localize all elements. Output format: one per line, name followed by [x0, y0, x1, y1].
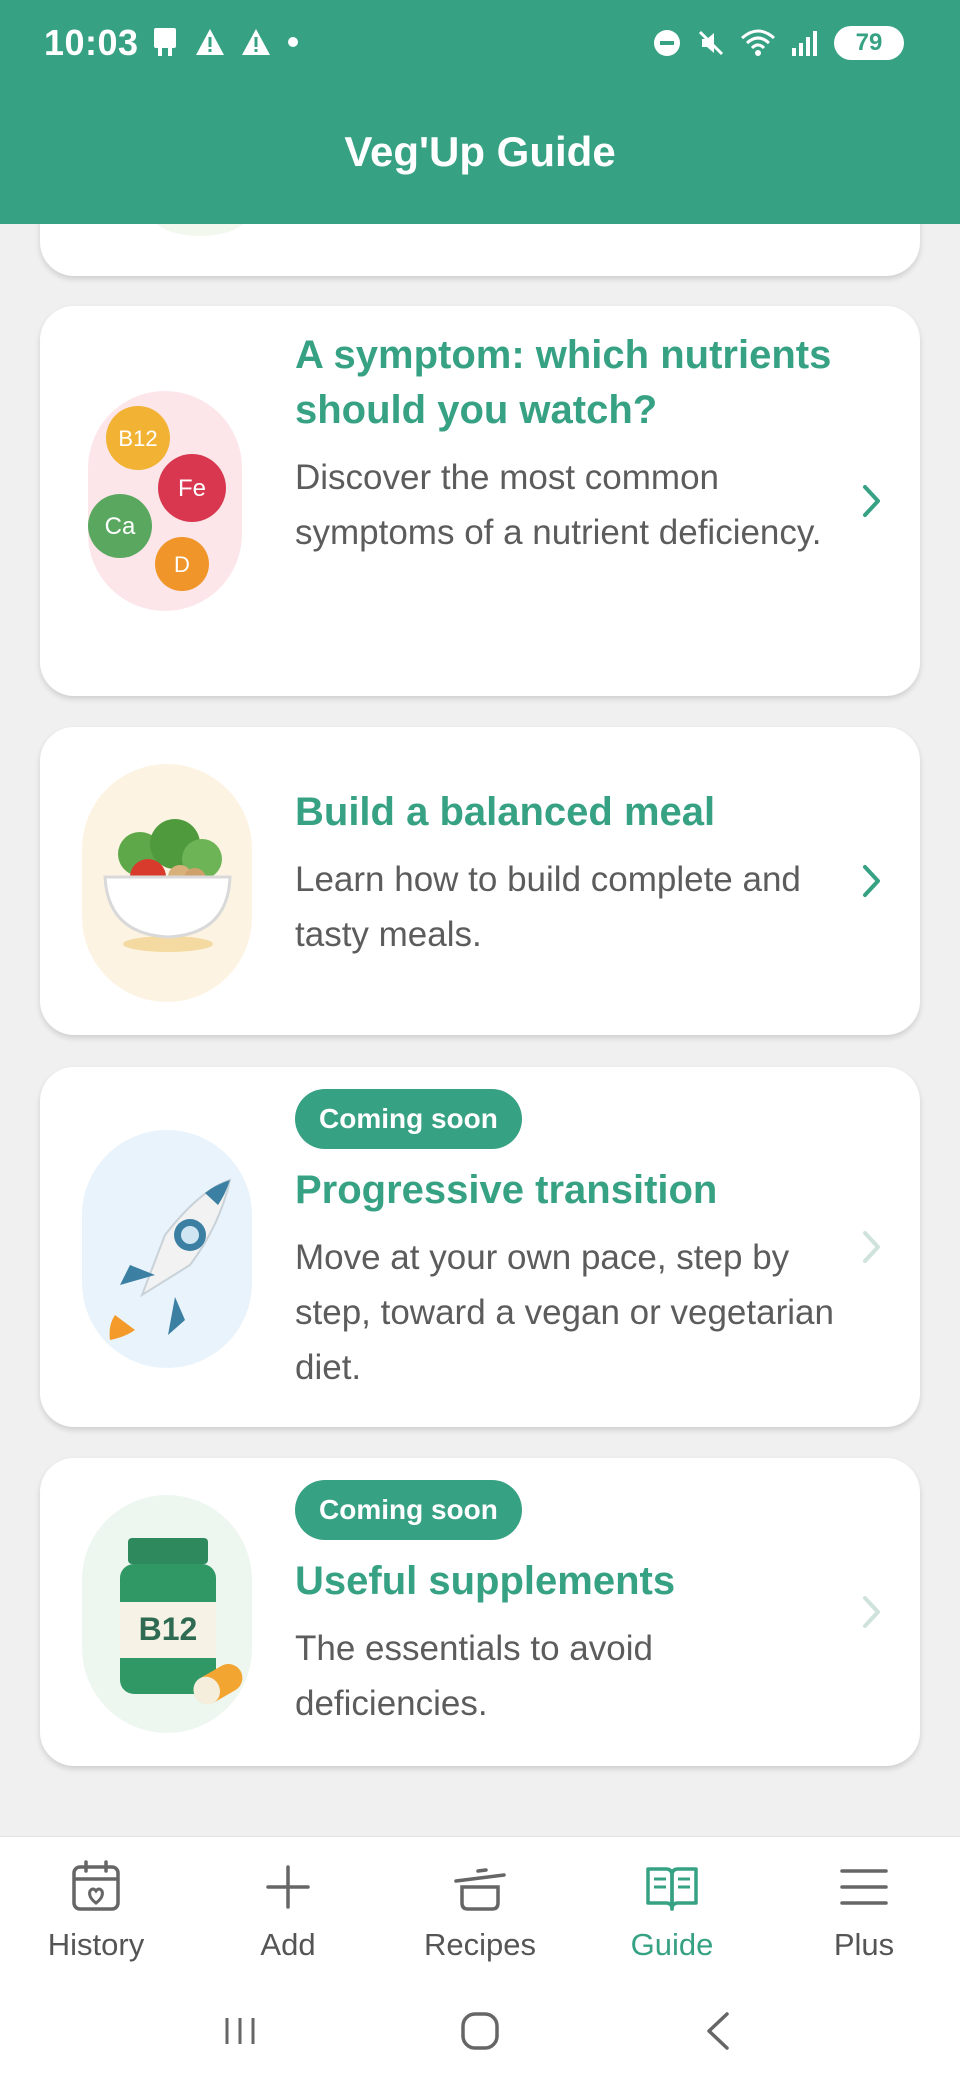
- card-description: Learn how to build complete and tasty me…: [295, 860, 801, 954]
- nutrient-b12: B12: [118, 426, 157, 451]
- chevron-right-icon: [863, 1231, 880, 1263]
- guide-card-balanced-meal[interactable]: Build a balanced meal Learn how to build…: [40, 727, 920, 1035]
- nav-label: Recipes: [424, 1927, 536, 1962]
- app-screen: 10:03 79 Veg'Up Guide B12 Fe Ca D A symp…: [0, 0, 960, 2080]
- cooking-pot-icon: [454, 1868, 506, 1911]
- dot-icon: [288, 37, 298, 47]
- card-title: Progressive transition: [295, 1168, 718, 1212]
- signal-icon: [792, 31, 817, 56]
- nav-plus[interactable]: Plus: [768, 1837, 960, 1982]
- nav-label: Plus: [833, 1927, 895, 1962]
- home-icon[interactable]: [455, 2006, 505, 2056]
- menu-icon: [840, 1869, 888, 1905]
- supplement-bottle-illustration: B12: [82, 1495, 252, 1733]
- chevron-right-icon: [863, 485, 880, 517]
- nav-label: History: [47, 1927, 145, 1962]
- guide-card-supplements[interactable]: B12 Coming soon Useful supplements The e…: [40, 1458, 920, 1766]
- card-title: Useful supplements: [295, 1559, 676, 1603]
- card-title: A symptom: which nutrients should you wa…: [295, 333, 832, 432]
- calendar-heart-icon: [72, 1860, 120, 1911]
- guide-card-progressive-transition[interactable]: Coming soon Progressive transition Move …: [40, 1067, 920, 1427]
- mute-icon: [698, 30, 724, 56]
- nav-label: Guide: [630, 1927, 714, 1962]
- nav-label: Add: [260, 1927, 316, 1962]
- nutrients-illustration: B12 Fe Ca D: [88, 391, 242, 611]
- card-title: Build a balanced meal: [295, 790, 716, 834]
- nutrient-d: D: [174, 552, 190, 577]
- card-description: The essentials to avoid deficiencies.: [295, 1629, 653, 1723]
- status-system-icons: 79: [652, 26, 904, 60]
- illustration-fragment: [156, 224, 244, 236]
- coming-soon-badge: Coming soon: [295, 1089, 522, 1149]
- do-not-disturb-icon: [654, 30, 680, 56]
- chevron-right-icon: [863, 1596, 880, 1628]
- system-navigation-bar: [0, 1982, 960, 2080]
- wifi-icon: [741, 29, 775, 56]
- status-bar: 10:03 79: [0, 0, 960, 90]
- card-description: Discover the most common symptoms of a n…: [295, 458, 822, 552]
- warning-icon: [196, 29, 224, 55]
- nutrient-fe: Fe: [178, 475, 206, 502]
- bottom-navigation: History Add Recipes Guide Plus: [0, 1836, 960, 1982]
- nav-history[interactable]: History: [0, 1837, 192, 1982]
- page-title: Veg'Up Guide: [344, 128, 616, 175]
- coming-soon-badge: Coming soon: [295, 1480, 522, 1540]
- guide-list[interactable]: B12 Fe Ca D A symptom: which nutrients s…: [0, 224, 960, 1836]
- battery-indicator: 79: [834, 26, 904, 60]
- nav-recipes[interactable]: Recipes: [384, 1837, 576, 1982]
- app-header: 10:03 79 Veg'Up Guide: [0, 0, 960, 224]
- back-icon[interactable]: [695, 2006, 745, 2056]
- open-book-icon: [646, 1867, 698, 1911]
- salad-bowl-illustration: [82, 764, 252, 1002]
- bottle-label: B12: [139, 1611, 198, 1647]
- card-text: Build a balanced meal Learn how to build…: [295, 785, 835, 962]
- card-text: A symptom: which nutrients should you wa…: [295, 328, 835, 560]
- card-text: Coming soon Progressive transition Move …: [295, 1089, 835, 1395]
- guide-card-partial[interactable]: [40, 224, 920, 276]
- nav-guide[interactable]: Guide: [576, 1837, 768, 1982]
- card-text: Coming soon Useful supplements The essen…: [295, 1480, 835, 1731]
- rocket-illustration: [82, 1130, 252, 1368]
- recent-apps-icon[interactable]: [215, 2006, 265, 2056]
- nutrient-ca: Ca: [105, 513, 136, 540]
- plus-icon: [266, 1865, 310, 1909]
- nav-add[interactable]: Add: [192, 1837, 384, 1982]
- status-notification-icons: [150, 26, 300, 58]
- device-icon: [154, 28, 176, 56]
- chevron-right-icon: [863, 865, 880, 897]
- guide-card-symptoms[interactable]: B12 Fe Ca D A symptom: which nutrients s…: [40, 306, 920, 696]
- warning-icon: [242, 29, 270, 55]
- status-time: 10:03: [44, 22, 139, 63]
- card-description: Move at your own pace, step by step, tow…: [295, 1238, 834, 1387]
